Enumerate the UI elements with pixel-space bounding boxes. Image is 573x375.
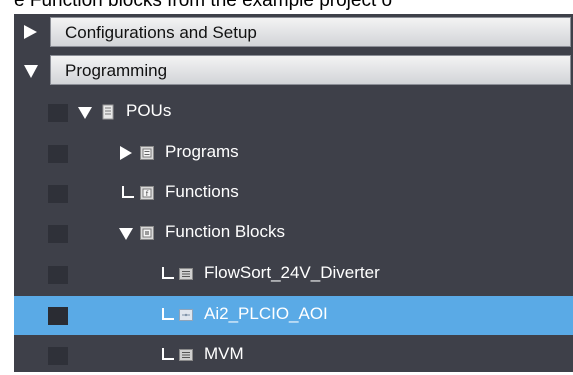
tree-item-label: Ai2_PLCIO_AOI <box>204 304 328 323</box>
checkbox-square[interactable] <box>48 347 68 365</box>
tree-item-flowsort-24v-diverter[interactable]: FlowSort_24V_Diverter <box>14 255 573 294</box>
document-icon <box>102 104 114 120</box>
tree-connector <box>162 267 174 279</box>
tree-item-label: FlowSort_24V_Diverter <box>204 263 380 282</box>
tree-item-functions[interactable]: f Functions <box>14 174 573 213</box>
tree-item-programs[interactable]: Programs <box>14 134 573 173</box>
multiview-explorer-panel: Configurations and Setup Programming POU… <box>14 14 573 372</box>
tree-item-label: Programs <box>165 142 239 161</box>
function-block-folder-icon <box>140 226 154 240</box>
tree-item-pous[interactable]: POUs <box>14 93 573 132</box>
tree-item-label: Functions <box>165 182 239 201</box>
function-block-icon <box>179 309 193 321</box>
section-bar[interactable]: Programming <box>50 55 571 85</box>
function-block-icon <box>179 268 193 280</box>
tree-item-ai2-plcio-aoi[interactable]: Ai2_PLCIO_AOI <box>14 296 573 335</box>
tree-item-function-blocks[interactable]: Function Blocks <box>14 214 573 253</box>
section-label: Programming <box>65 61 168 80</box>
collapse-arrow-icon[interactable] <box>78 107 92 119</box>
function-folder-icon: f <box>140 186 154 200</box>
section-configurations-and-setup[interactable]: Configurations and Setup <box>14 14 573 50</box>
tree-connector <box>162 308 174 320</box>
checkbox-square[interactable] <box>48 225 68 243</box>
tree-item-mvm[interactable]: MVM <box>14 336 573 375</box>
expand-arrow-icon[interactable] <box>24 25 37 39</box>
tree-item-label: Function Blocks <box>165 222 285 241</box>
tree-item-label: POUs <box>126 101 172 120</box>
checkbox-square[interactable] <box>48 266 68 284</box>
caption-text: e Function blocks from the example proje… <box>14 0 393 11</box>
expand-arrow-icon[interactable] <box>120 146 132 160</box>
section-label: Configurations and Setup <box>65 23 257 42</box>
collapse-arrow-icon[interactable] <box>24 65 38 78</box>
tree-connector <box>122 186 134 198</box>
checkbox-square[interactable] <box>48 307 68 325</box>
checkbox-square[interactable] <box>48 145 68 163</box>
section-bar[interactable]: Configurations and Setup <box>50 17 571 47</box>
checkbox-square[interactable] <box>48 185 68 203</box>
caption-text-fragment: e Function blocks from the example proje… <box>14 0 573 14</box>
section-programming[interactable]: Programming <box>14 52 573 88</box>
tree-connector <box>162 348 174 360</box>
program-folder-icon <box>140 146 154 160</box>
checkbox-square[interactable] <box>48 104 68 122</box>
collapse-arrow-icon[interactable] <box>119 228 133 240</box>
tree-item-label: MVM <box>204 344 244 363</box>
function-block-icon <box>179 349 193 361</box>
